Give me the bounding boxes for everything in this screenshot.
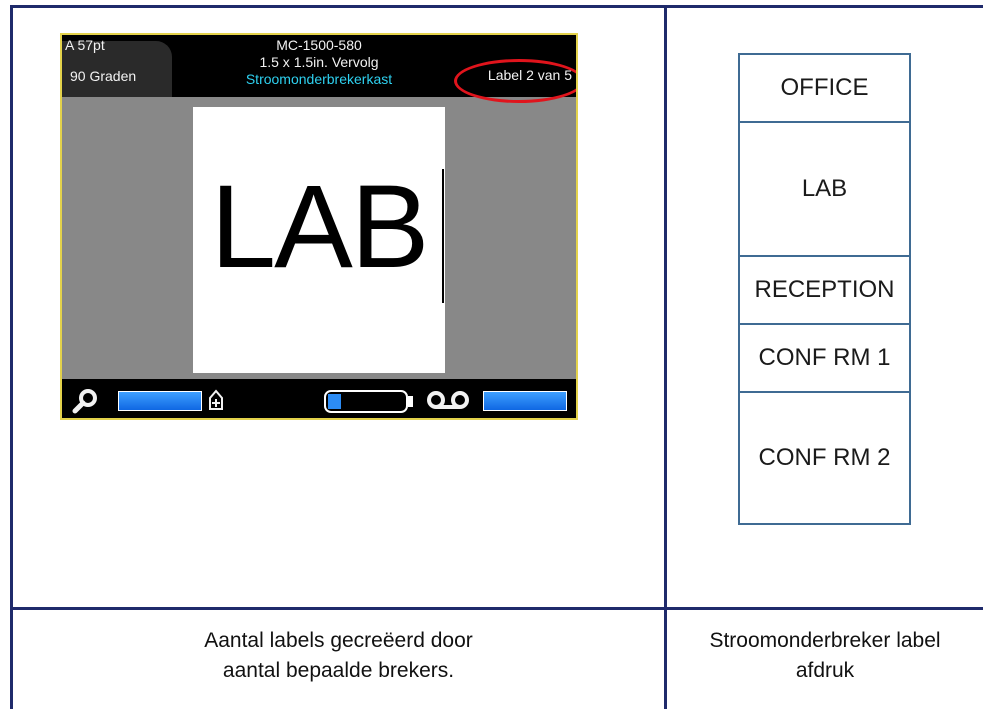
caption-left-line1: Aantal labels gecreëerd door [204, 629, 473, 652]
label-strip-text: LAB [801, 175, 848, 202]
label-counter-highlight [454, 59, 576, 103]
caption-right-line1: Stroomonderbreker label [709, 629, 941, 652]
battery-level [328, 394, 341, 409]
label-editor-area[interactable]: LAB [62, 97, 576, 379]
caption-left: Aantal labels gecreëerd door aantal bepa… [13, 626, 664, 686]
label-preview[interactable]: LAB [193, 107, 445, 373]
tape-icon [424, 389, 472, 416]
caption-right-line2: afdruk [795, 659, 855, 682]
application-name: Stroomonderbrekerkast [245, 71, 393, 87]
zoom-icon[interactable] [72, 388, 100, 418]
table-row-divider [10, 607, 983, 610]
status-bar [62, 379, 576, 418]
rotation-indicator[interactable]: 90 Graden [70, 68, 136, 84]
label-strip-text: OFFICE [780, 74, 869, 101]
battery-icon [324, 390, 408, 413]
text-cursor [442, 169, 444, 303]
label-size: 1.5 x 1.5in. Vervolg [259, 54, 379, 70]
table-left-border [10, 5, 13, 709]
label-strip-text: CONF RM 2 [758, 444, 891, 471]
label-info: MC-1500-580 1.5 x 1.5in. Vervolg Stroomo… [172, 37, 466, 88]
font-size-indicator[interactable]: A 57pt [65, 37, 105, 53]
caption-right: Stroomonderbreker label afdruk [667, 626, 983, 686]
label-strip: CONF RM 2 [738, 391, 911, 525]
label-strip-text: RECEPTION [754, 276, 895, 303]
part-number: MC-1500-580 [276, 37, 362, 53]
label-strip: OFFICE [738, 53, 911, 123]
label-strip: CONF RM 1 [738, 323, 911, 393]
label-strip-text: CONF RM 1 [758, 344, 891, 371]
ribbon-remaining-bar [483, 391, 567, 411]
battery-tip [408, 396, 413, 407]
label-strip: RECEPTION [738, 255, 911, 325]
label-strip: LAB [738, 121, 911, 257]
table-column-divider [664, 5, 667, 709]
print-quality-icon [206, 389, 226, 418]
printer-screen: A 57pt 90 Graden MC-1500-580 1.5 x 1.5in… [60, 33, 578, 420]
zoom-slider[interactable] [118, 391, 202, 411]
caption-left-line2: aantal bepaalde brekers. [222, 659, 455, 682]
table-top-border [10, 5, 983, 8]
label-text[interactable]: LAB [193, 167, 445, 287]
